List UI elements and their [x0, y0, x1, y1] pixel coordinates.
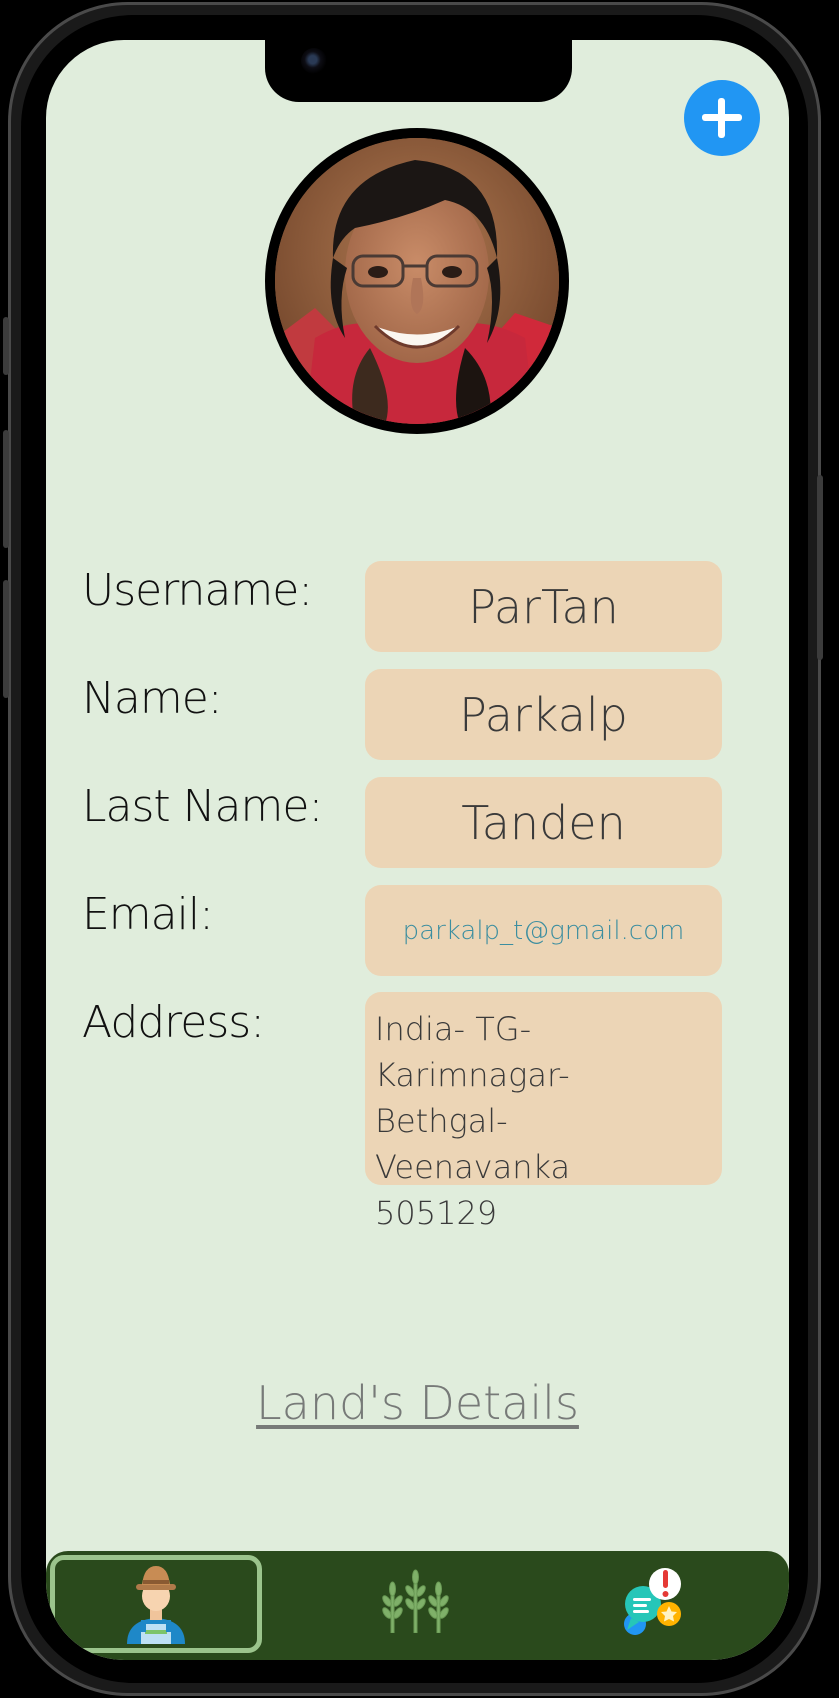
nav-crops-tab[interactable]	[306, 1551, 526, 1651]
bottom-nav	[46, 1551, 789, 1660]
last-name-field[interactable]: Tanden	[365, 777, 722, 868]
address-field[interactable]: India- TG- Karimnagar- Bethgal- Veenavan…	[365, 992, 722, 1232]
add-button[interactable]	[684, 80, 760, 156]
lands-details-link[interactable]: Land's Details	[46, 1376, 789, 1430]
volume-down-button	[3, 580, 9, 698]
nav-feedback-tab[interactable]	[546, 1551, 766, 1651]
profile-photo	[275, 138, 559, 424]
last-name-label: Last Name:	[82, 781, 323, 832]
email-label: Email:	[82, 889, 214, 940]
username-label: Username:	[82, 565, 313, 616]
wheat-icon	[382, 1569, 449, 1633]
address-label: Address:	[82, 997, 265, 1048]
name-label: Name:	[82, 673, 223, 724]
notch	[265, 40, 572, 102]
person-photo-illustration	[275, 138, 559, 424]
power-button	[817, 475, 823, 660]
nav-profile-tab[interactable]	[50, 1555, 262, 1653]
avatar[interactable]	[265, 128, 569, 434]
email-field[interactable]: parkalp_t@gmail.com	[365, 885, 722, 976]
volume-up-button	[3, 430, 9, 548]
profile-screen: Username: ParTan Name: Parkalp Last Name…	[46, 40, 789, 1660]
farmer-icon	[127, 1566, 185, 1644]
chat-alert-icon	[624, 1568, 681, 1635]
mute-switch	[3, 317, 9, 375]
name-field[interactable]: Parkalp	[365, 669, 722, 760]
front-camera	[301, 48, 327, 74]
username-field[interactable]: ParTan	[365, 561, 722, 652]
